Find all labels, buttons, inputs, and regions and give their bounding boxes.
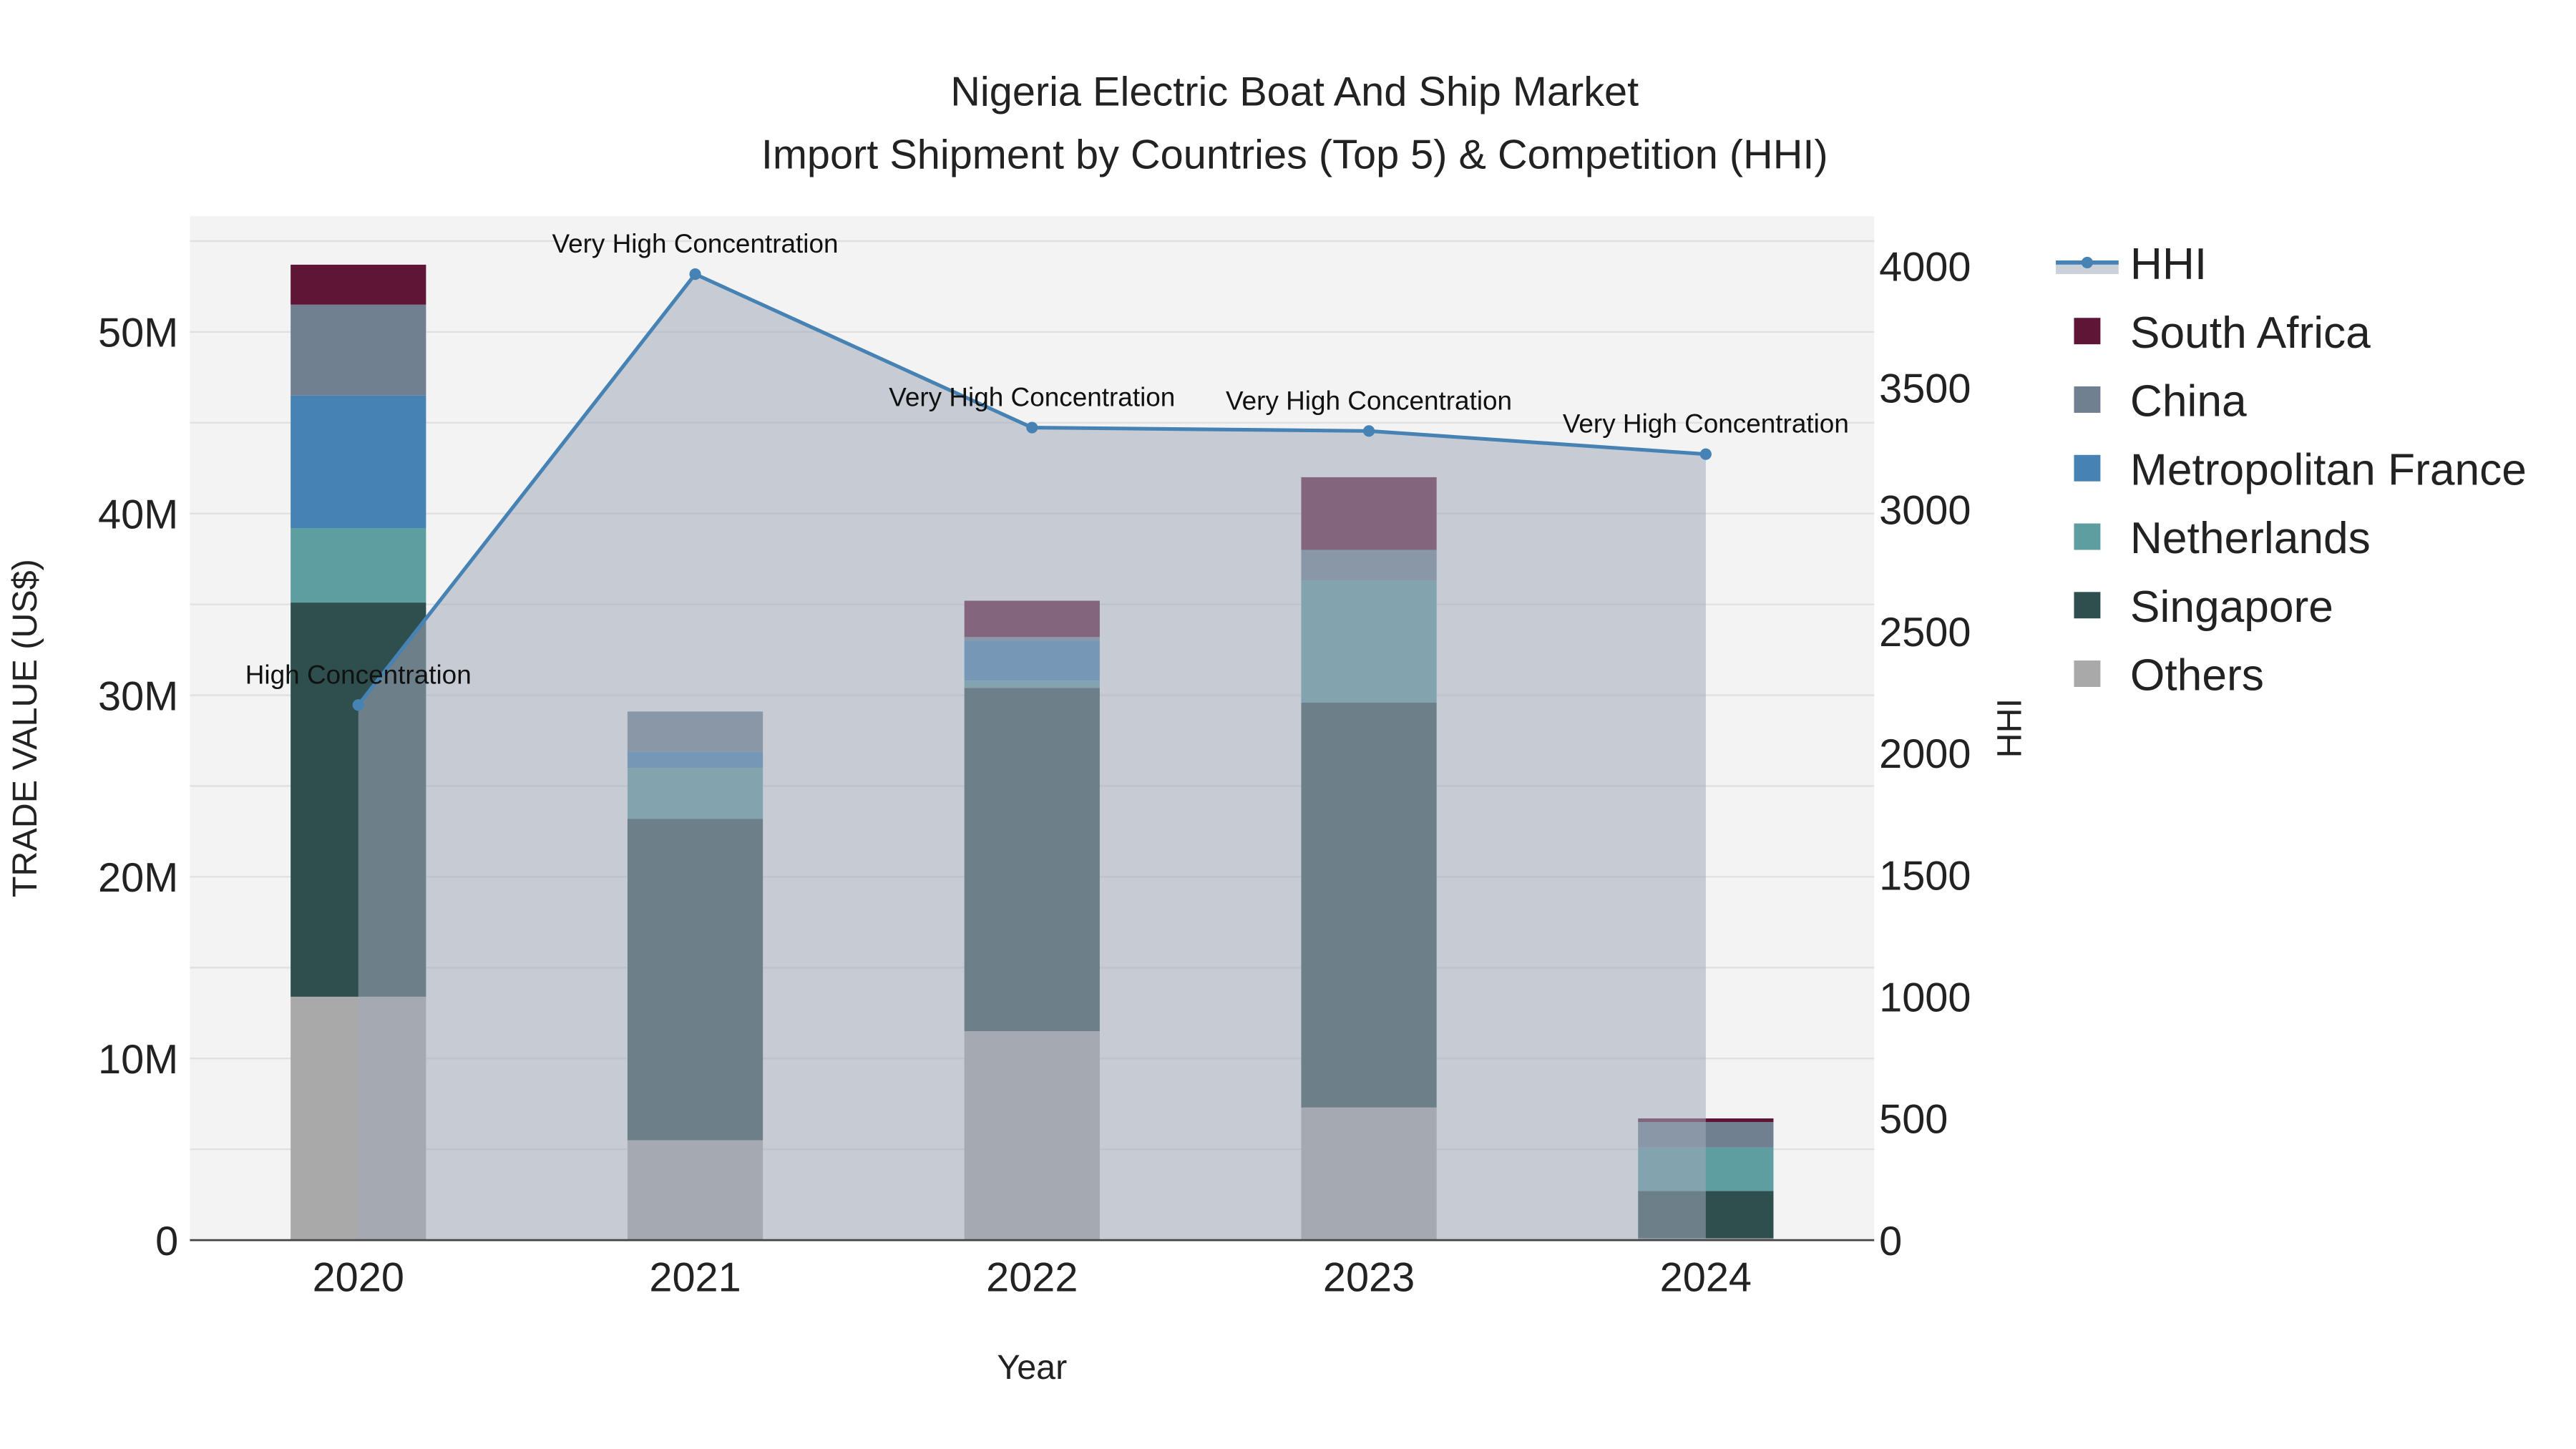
- legend-item-others[interactable]: Others: [2074, 651, 2264, 701]
- y2-tick-label: 0: [1879, 1219, 1902, 1264]
- legend-label: Others: [2130, 651, 2264, 701]
- hhi-point: [1699, 448, 1712, 460]
- y2-tick-label: 500: [1879, 1097, 1948, 1143]
- legend-label: Metropolitan France: [2130, 445, 2527, 494]
- hhi-point: [1026, 421, 1038, 434]
- y-tick-label: 30M: [98, 673, 178, 719]
- legend-item-hhi[interactable]: HHI: [2056, 240, 2207, 289]
- y-tick-label: 10M: [98, 1037, 178, 1083]
- legend-label: China: [2130, 377, 2247, 426]
- legend-swatch: [2074, 386, 2101, 413]
- hhi-annotation: Very High Concentration: [1563, 409, 1849, 439]
- legend-label: Netherlands: [2130, 514, 2371, 563]
- legend-item-netherlands[interactable]: Netherlands: [2074, 514, 2371, 563]
- y2-tick-label: 2500: [1879, 610, 1971, 655]
- legend-label: HHI: [2130, 240, 2207, 289]
- legend-item-singapore[interactable]: Singapore: [2074, 582, 2333, 632]
- legend-item-metropolitan-france[interactable]: Metropolitan France: [2074, 445, 2527, 494]
- hhi-annotation: Very High Concentration: [1226, 386, 1512, 415]
- legend-swatch: [2074, 660, 2101, 687]
- x-axis-title: Year: [997, 1348, 1067, 1387]
- y2-tick-label: 3500: [1879, 366, 1971, 412]
- legend-item-china[interactable]: China: [2074, 377, 2247, 426]
- chart-title-line2: Import Shipment by Countries (Top 5) & C…: [761, 132, 1828, 177]
- legend-label: Singapore: [2130, 582, 2333, 632]
- legend-label: South Africa: [2130, 308, 2371, 358]
- bar-south-africa-2020: [291, 264, 426, 305]
- y-axis-title: TRADE VALUE (US$): [6, 559, 44, 897]
- legend-swatch: [2074, 454, 2101, 482]
- hhi-point: [1363, 425, 1375, 437]
- y2-tick-label: 2000: [1879, 731, 1971, 777]
- y2-tick-label: 3000: [1879, 488, 1971, 534]
- legend-item-south-africa[interactable]: South Africa: [2074, 308, 2371, 358]
- hhi-annotation: High Concentration: [245, 660, 472, 689]
- y2-tick-label: 4000: [1879, 244, 1971, 290]
- legend-swatch: [2074, 592, 2101, 619]
- chart-title-line1: Nigeria Electric Boat And Ship Market: [950, 69, 1639, 115]
- hhi-point: [352, 699, 364, 711]
- x-tick-label: 2023: [1323, 1255, 1415, 1301]
- bar-china-2020: [291, 304, 426, 396]
- y2-axis-title: HHI: [1991, 698, 2029, 758]
- legend-marker-icon: [2081, 256, 2093, 268]
- y-tick-label: 50M: [98, 311, 178, 356]
- x-tick-label: 2022: [986, 1255, 1078, 1301]
- hhi-annotation: Very High Concentration: [889, 383, 1175, 412]
- y-tick-label: 20M: [98, 855, 178, 901]
- legend-swatch: [2074, 318, 2101, 345]
- x-tick-label: 2024: [1660, 1255, 1752, 1301]
- legend-swatch: [2074, 523, 2101, 550]
- bar-metropolitan-france-2020: [291, 395, 426, 528]
- y2-tick-label: 1000: [1879, 975, 1971, 1020]
- y2-tick-label: 1500: [1879, 853, 1971, 899]
- y-tick-label: 40M: [98, 492, 178, 537]
- hhi-annotation: Very High Concentration: [552, 229, 839, 258]
- x-tick-label: 2020: [313, 1255, 404, 1301]
- hhi-point: [689, 268, 701, 280]
- bar-netherlands-2020: [291, 528, 426, 603]
- y-tick-label: 0: [155, 1219, 178, 1264]
- x-tick-label: 2021: [649, 1255, 741, 1301]
- chart: High Concentration Very High Concentratio…: [6, 69, 2527, 1387]
